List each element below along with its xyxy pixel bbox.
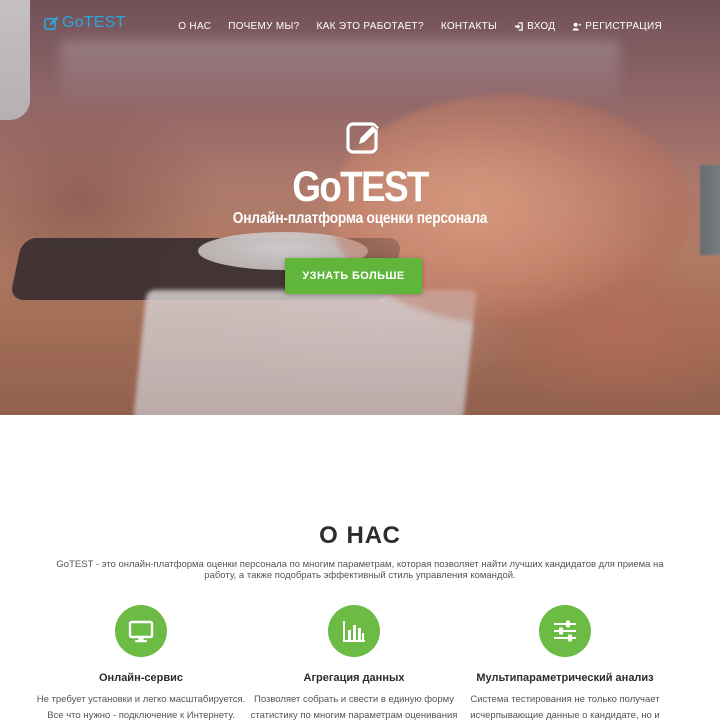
about-description: GoTEST - это онлайн-платформа оценки пер… xyxy=(56,559,664,581)
nav-item-label: КОНТАКТЫ xyxy=(440,21,498,32)
feature-text-line: Система тестирования не только получает xyxy=(470,694,660,705)
top-navbar: GoTEST О НАС ПОЧЕМУ МЫ? КАК ЭТО РАБОТАЕТ… xyxy=(0,0,720,54)
feature-text: Система тестирования не только получает … xyxy=(455,692,675,720)
feature-text-line: статистику по многим параметрам оцениван… xyxy=(250,710,458,720)
feature-icon-circle xyxy=(328,605,380,657)
nav-menu: О НАС ПОЧЕМУ МЫ? КАК ЭТО РАБОТАЕТ? КОНТА… xyxy=(178,21,662,32)
nav-item-label: ВХОД xyxy=(527,21,556,32)
feature-title: Мультипараметрический анализ xyxy=(476,672,654,684)
nav-item-how-it-works[interactable]: КАК ЭТО РАБОТАЕТ? xyxy=(317,21,424,32)
nav-item-about[interactable]: О НАС xyxy=(178,21,211,32)
nav-item-label: РЕГИСТРАЦИЯ xyxy=(585,21,662,32)
hero-subtitle: Онлайн-платформа оценки персонала xyxy=(232,210,488,227)
learn-more-button[interactable]: УЗНАТЬ БОЛЬШЕ xyxy=(285,258,422,294)
feature-text: Не требует установки и легко масштабируе… xyxy=(31,692,251,720)
nav-item-label: ПОЧЕМУ МЫ? xyxy=(228,21,300,32)
edit-icon xyxy=(44,16,59,30)
about-title: О НАС xyxy=(319,522,401,549)
nav-item-register[interactable]: РЕГИСТРАЦИЯ xyxy=(572,21,662,32)
nav-item-label: КАК ЭТО РАБОТАЕТ? xyxy=(316,21,424,32)
user-plus-icon xyxy=(572,22,582,31)
feature-text: Позволяет собрать и свести в единую форм… xyxy=(244,692,464,720)
nav-item-contacts[interactable]: КОНТАКТЫ xyxy=(441,21,497,32)
nav-item-label: О НАС xyxy=(178,21,212,32)
hero-title: GoTEST xyxy=(292,163,429,211)
sign-in-icon xyxy=(515,22,523,31)
feature-text-line: исчерпывающие данные о кандидате, но и xyxy=(470,710,660,720)
feature-icon-circle xyxy=(539,605,591,657)
logo-text: GoTEST xyxy=(62,14,126,31)
feature-data-aggregation: Агрегация данных Позволяет собрать и све… xyxy=(244,605,464,720)
sliders-icon xyxy=(554,620,576,642)
nav-item-why-us[interactable]: ПОЧЕМУ МЫ? xyxy=(228,21,299,32)
feature-text-line: Позволяет собрать и свести в единую форм… xyxy=(253,694,454,705)
hero-content: GoTEST Онлайн-платформа оценки персонала xyxy=(0,118,720,228)
feature-title: Агрегация данных xyxy=(303,672,405,684)
nav-item-login[interactable]: ВХОД xyxy=(514,21,555,32)
feature-title: Онлайн-сервис xyxy=(99,672,183,684)
site-logo[interactable]: GoTEST xyxy=(44,14,125,32)
feature-text-line: Все что нужно - подключение к Интернету. xyxy=(47,710,235,720)
monitor-icon xyxy=(128,620,154,643)
bar-chart-icon xyxy=(343,621,365,642)
feature-icon-circle xyxy=(115,605,167,657)
feature-multiparam-analysis: Мультипараметрический анализ Система тес… xyxy=(455,605,675,720)
feature-text-line: Не требует установки и легко масштабируе… xyxy=(36,694,246,705)
feature-online-service: Онлайн-сервис Не требует установки и лег… xyxy=(31,605,251,720)
features-row: Онлайн-сервис Не требует установки и лег… xyxy=(0,605,720,720)
edit-icon xyxy=(346,122,379,154)
